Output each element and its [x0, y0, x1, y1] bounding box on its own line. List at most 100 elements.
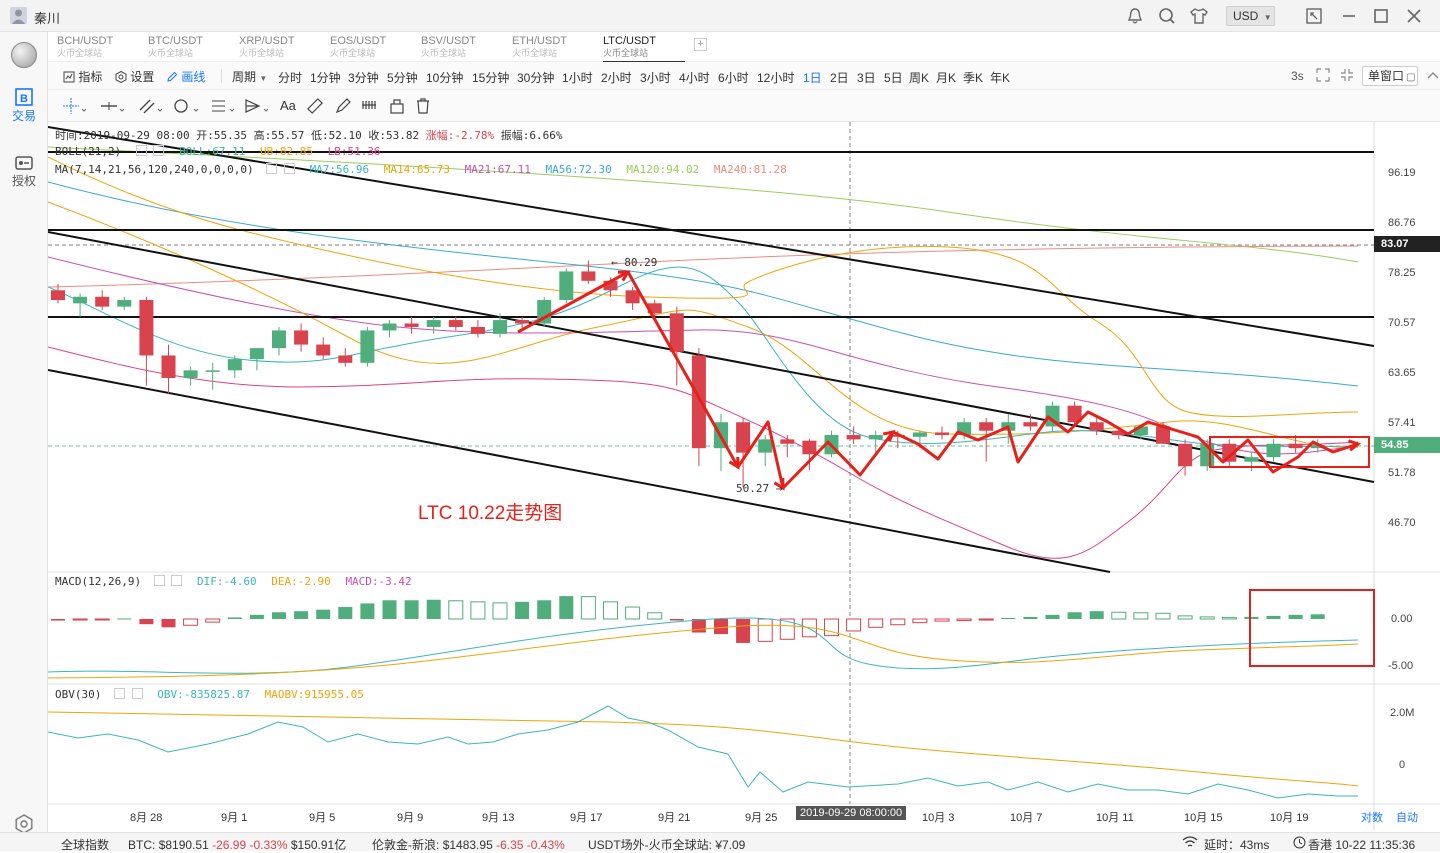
period-1d[interactable]: 1日: [803, 69, 822, 86]
text-tool[interactable]: Aa: [280, 98, 296, 113]
log-scale-button[interactable]: 对数: [1361, 809, 1383, 825]
period-2d[interactable]: 2日: [830, 69, 849, 86]
tab-eth[interactable]: ETH/USDT 火币全球站: [512, 35, 600, 61]
period-year[interactable]: 年K: [990, 69, 1010, 86]
maximize-icon[interactable]: [1372, 7, 1390, 28]
price-tick: 96.19: [1388, 167, 1416, 179]
add-tab-button[interactable]: +: [694, 38, 707, 51]
expand-icon[interactable]: [1316, 68, 1330, 85]
lock-tool-icon[interactable]: [389, 97, 405, 118]
period-1h[interactable]: 1小时: [562, 69, 593, 86]
auto-scale-button[interactable]: 自动: [1396, 809, 1418, 825]
tab-bsv[interactable]: BSV/USDT 火币全球站: [421, 35, 509, 61]
macd-dea: DEA:-2.90: [271, 575, 331, 588]
macd-bar: [1288, 614, 1303, 619]
currency-select[interactable]: USD ▼: [1226, 6, 1275, 26]
low-marker: 50.27 →: [736, 482, 783, 495]
period-4h[interactable]: 4小时: [679, 69, 710, 86]
settings-small-icon[interactable]: [113, 688, 125, 699]
period-quarter[interactable]: 季K: [963, 69, 983, 86]
candle-body: [404, 323, 419, 327]
ruler-tool-icon[interactable]: [306, 97, 324, 118]
window-mode-label: 单窗口: [1368, 69, 1405, 83]
btc-volume: $150.91亿: [290, 838, 347, 852]
tab-btc[interactable]: BTC/USDT 火币全球站: [148, 35, 236, 61]
refresh-interval[interactable]: 3s: [1291, 69, 1304, 83]
high-line-tag: 83.07: [1374, 236, 1440, 252]
settings-small-icon[interactable]: [266, 163, 278, 174]
period-10min[interactable]: 10分钟: [426, 69, 463, 86]
candle-body: [161, 355, 176, 378]
period-week[interactable]: 周K: [909, 69, 929, 86]
boll-title: BOLL(21,2): [55, 145, 122, 158]
period-5d[interactable]: 5日: [884, 69, 903, 86]
bell-icon[interactable]: [1126, 7, 1144, 28]
period-toolbar: 指标 设置 画线 周期 ▼ 分时 1分钟 3分钟 5分钟 10分钟 15分钟 3…: [48, 62, 1440, 90]
collapse-up-icon[interactable]: [1426, 68, 1440, 85]
tab-eos[interactable]: EOS/USDT 火币全球站: [330, 35, 418, 61]
settings-button[interactable]: 设置: [115, 68, 154, 85]
kline-chart[interactable]: [48, 122, 1440, 830]
candle-body: [1288, 443, 1303, 449]
tab-bch[interactable]: BCH/USDT 火币全球站: [57, 35, 145, 61]
close-small-icon[interactable]: [171, 575, 183, 586]
x-tick: 10月 15: [1184, 812, 1223, 824]
settings-small-icon[interactable]: [135, 145, 147, 156]
period-3min[interactable]: 3分钟: [348, 69, 379, 86]
price-tick: 57.41: [1388, 417, 1416, 429]
trash-icon[interactable]: [415, 97, 431, 118]
obv-tick: 2.0M: [1390, 707, 1415, 719]
fullscreen-icon[interactable]: [1305, 7, 1323, 28]
close-small-icon[interactable]: [131, 688, 143, 699]
candle-body: [802, 440, 817, 455]
period-3d[interactable]: 3日: [857, 69, 876, 86]
ma21-value: MA21:67.11: [464, 163, 531, 176]
period-month[interactable]: 月K: [936, 69, 956, 86]
period-12h[interactable]: 12小时: [757, 69, 794, 86]
close-small-icon[interactable]: [283, 163, 295, 174]
global-index-label[interactable]: 全球指数: [61, 836, 109, 853]
period-3h[interactable]: 3小时: [640, 69, 671, 86]
candle-body: [625, 290, 640, 304]
skin-icon[interactable]: [1189, 7, 1209, 28]
candle-body: [935, 432, 949, 436]
indicator-button[interactable]: 指标: [63, 68, 102, 85]
sidebar-item-trade[interactable]: B 交易: [0, 87, 48, 131]
app-logo[interactable]: [11, 42, 37, 68]
macd-bar: [1001, 617, 1016, 619]
close-icon[interactable]: [1405, 7, 1423, 28]
circle-tool-icon[interactable]: [172, 97, 200, 118]
period-2h[interactable]: 2小时: [601, 69, 632, 86]
close-small-icon[interactable]: [153, 145, 165, 156]
settings-small-icon[interactable]: [153, 575, 165, 586]
window-icon: ▢: [1406, 72, 1416, 83]
avatar[interactable]: [10, 7, 27, 24]
window-mode-button[interactable]: 单窗口 ▢: [1362, 66, 1418, 86]
shrink-icon[interactable]: [1340, 68, 1354, 85]
period-5min[interactable]: 5分钟: [387, 69, 418, 86]
period-1min[interactable]: 1分钟: [310, 69, 341, 86]
period-6h[interactable]: 6小时: [718, 69, 749, 86]
horizontal-line-tool-icon[interactable]: [100, 97, 125, 118]
period-fenshi[interactable]: 分时: [278, 69, 302, 86]
magnet-tool-icon[interactable]: [361, 97, 379, 118]
tab-xrp[interactable]: XRP/USDT 火币全球站: [239, 35, 327, 61]
search-icon[interactable]: [1158, 7, 1176, 28]
fibonacci-tool-icon[interactable]: [210, 97, 236, 118]
draw-button[interactable]: 画线: [166, 68, 205, 85]
period-30min[interactable]: 30分钟: [517, 69, 554, 86]
period-dropdown[interactable]: 周期 ▼: [232, 68, 267, 85]
x-tick: 10月 7: [1010, 812, 1043, 824]
brush-tool-icon[interactable]: [334, 97, 352, 118]
tab-ltc[interactable]: LTC/USDT 火币全球站: [603, 35, 691, 63]
period-15min[interactable]: 15分钟: [472, 69, 509, 86]
settings-label: 设置: [130, 70, 155, 84]
macd-title: MACD(12,26,9): [55, 575, 142, 588]
pattern-tool-icon[interactable]: [244, 97, 270, 118]
parallel-lines-tool-icon[interactable]: [138, 97, 163, 118]
sidebar-item-auth[interactable]: 授权: [0, 154, 48, 198]
crosshair-tool-icon[interactable]: [62, 97, 87, 118]
chart-area[interactable]: 时间:2019-09-29 08:00 开:55.35 高:55.57 低:52…: [48, 122, 1440, 830]
minimize-icon[interactable]: [1340, 7, 1358, 28]
candle-body: [736, 422, 751, 453]
